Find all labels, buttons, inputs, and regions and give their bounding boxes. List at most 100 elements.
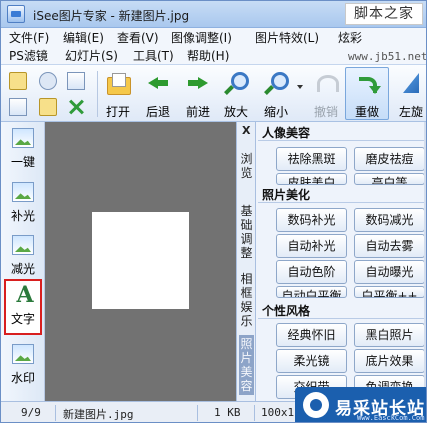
menu-view[interactable]: 查看(V) [117, 29, 159, 46]
undo-label: 撤销 [313, 105, 338, 119]
status-image-count: 9/9 [21, 406, 41, 419]
logo-url: Www.EasckCom.Com [357, 414, 425, 422]
site-logo-watermark: 易采站长站 Www.EasckCom.Com [295, 387, 426, 422]
folder-icon[interactable] [9, 72, 27, 90]
menu-colorful[interactable]: 炫彩 [338, 29, 362, 46]
side-tool-label: 减光 [10, 262, 35, 276]
left-tool-panel: 一键 补光 减光 A 文字 水印 [1, 122, 45, 401]
side-tool-label: 水印 [10, 371, 35, 385]
effect-button[interactable]: 亮白等 [354, 173, 425, 185]
menu-edit[interactable]: 编辑(E) [63, 29, 104, 46]
effect-button[interactable]: 自动曝光 [354, 260, 425, 284]
section-divider [258, 140, 424, 141]
effect-button[interactable]: 黑白照片 [354, 323, 425, 347]
zoom-out-label: 缩小 [263, 105, 288, 119]
redo-icon [355, 71, 381, 95]
forward-button[interactable]: 前进 [181, 71, 215, 119]
section-title-beautify: 照片美化 [262, 188, 311, 202]
section-title-style: 个性风格 [262, 304, 311, 318]
title-bar: iSee图片专家 - 新建图片.jpg 脚本之家 [1, 1, 426, 28]
section-divider [258, 202, 424, 203]
settings-icon[interactable] [9, 98, 27, 116]
menu-tools[interactable]: 工具(T) [133, 47, 174, 64]
undo-icon [314, 71, 339, 95]
side-tool-label: 一键 [10, 155, 35, 169]
tab-photo-beauty[interactable]: 照片美容 [239, 335, 254, 395]
side-tool-reduce-light[interactable]: 减光 [4, 231, 42, 285]
logo-icon [303, 392, 329, 418]
effect-button[interactable]: 柔光镜 [276, 349, 347, 373]
status-file-size: 1 KB [214, 406, 241, 419]
effect-button[interactable]: 磨皮祛痘 [354, 147, 425, 171]
status-filename: 新建图片.jpg [63, 408, 134, 421]
zoom-in-button[interactable]: 放大 [219, 71, 253, 119]
effect-button[interactable]: 数码补光 [276, 208, 347, 232]
toolbar-separator [97, 71, 98, 117]
status-dimensions: 100x1 [261, 406, 295, 419]
undo-button[interactable]: 撤销 [309, 71, 343, 119]
side-tool-watermark[interactable]: 水印 [4, 340, 42, 394]
arrow-right-icon [186, 71, 210, 95]
fill-light-icon [12, 182, 34, 202]
menu-slideshow[interactable]: 幻灯片(S) [65, 47, 118, 64]
window-title: iSee图片专家 - 新建图片.jpg [33, 9, 190, 23]
side-tool-fill-light[interactable]: 补光 [4, 178, 42, 232]
section-divider [258, 318, 424, 319]
image-preview [92, 212, 189, 309]
status-divider [55, 405, 56, 421]
rotate-left-icon [399, 71, 423, 95]
image-canvas[interactable] [45, 122, 236, 401]
app-window: iSee图片专家 - 新建图片.jpg 脚本之家 文件(F) 编辑(E) 查看(… [0, 0, 427, 423]
open-folder-icon [106, 71, 131, 95]
menu-help[interactable]: 帮助(H) [187, 47, 229, 64]
open-button[interactable]: 打开 [101, 71, 135, 119]
section-title-portrait: 人像美容 [262, 126, 311, 140]
rotate-left-label: 左旋 [398, 105, 423, 119]
menu-image-effects[interactable]: 图片特效(L) [255, 29, 319, 46]
effect-button[interactable]: 白平衡++ [354, 286, 425, 298]
effect-button[interactable]: 祛除黑斑 [276, 147, 347, 171]
status-divider [197, 405, 198, 421]
zoom-in-label: 放大 [223, 105, 248, 119]
side-tool-text[interactable]: A 文字 [4, 279, 42, 335]
close-panel-button[interactable]: X [242, 124, 250, 137]
app-icon [7, 5, 25, 23]
rotate-left-button[interactable]: 左旋 [395, 71, 426, 119]
back-button[interactable]: 后退 [141, 71, 175, 119]
forward-label: 前进 [185, 105, 210, 119]
close-icon[interactable] [67, 98, 85, 116]
watermark-site-name: 脚本之家 [345, 3, 423, 25]
effect-button[interactable]: 自动去雾 [354, 234, 425, 258]
tab-frame-fun[interactable]: 相框娱乐 [239, 272, 254, 328]
toolbar: 打开 后退 前进 放大 缩小 撤销 重做 左旋 [1, 64, 426, 122]
zoom-in-icon [224, 71, 249, 95]
hand-icon[interactable] [39, 72, 57, 90]
side-tool-one-click[interactable]: 一键 [4, 124, 42, 178]
effect-button[interactable]: 自动白平衡 [276, 286, 347, 298]
effect-button[interactable]: 底片效果 [354, 349, 425, 373]
vertical-tab-strip: X 浏览 基础调整 相框娱乐 照片美容 [236, 122, 256, 401]
export-icon[interactable] [39, 98, 57, 116]
redo-button[interactable]: 重做 [349, 71, 385, 119]
effect-button[interactable]: 自动补光 [276, 234, 347, 258]
watermark-icon [12, 344, 34, 364]
effect-button[interactable]: 自动色阶 [276, 260, 347, 284]
menu-ps-filter[interactable]: PS滤镜 [9, 47, 48, 64]
effect-button[interactable]: 数码减光 [354, 208, 425, 232]
chevron-down-icon[interactable] [297, 85, 303, 89]
side-tool-label: 文字 [10, 312, 35, 326]
redo-label: 重做 [354, 105, 379, 119]
grid-icon[interactable] [67, 72, 85, 90]
menu-bar: 文件(F) 编辑(E) 查看(V) 图像调整(I) 图片特效(L) 炫彩 www… [1, 28, 427, 64]
arrow-left-icon [146, 71, 170, 95]
zoom-out-button[interactable]: 缩小 [259, 71, 293, 119]
menu-file[interactable]: 文件(F) [9, 29, 49, 46]
effects-panel: 人像美容 祛除黑斑 磨皮祛痘 皮肤美白 亮白等 照片美化 数码补光 数码减光 自… [256, 122, 426, 401]
one-click-icon [12, 128, 34, 148]
effect-button[interactable]: 皮肤美白 [276, 173, 347, 185]
effect-button[interactable]: 经典怀旧 [276, 323, 347, 347]
menu-image-adjust[interactable]: 图像调整(I) [171, 29, 232, 46]
tab-browse[interactable]: 浏览 [239, 152, 254, 180]
tab-basic-adjust[interactable]: 基础调整 [239, 204, 254, 260]
watermark-url: www.jb51.net [348, 50, 427, 63]
